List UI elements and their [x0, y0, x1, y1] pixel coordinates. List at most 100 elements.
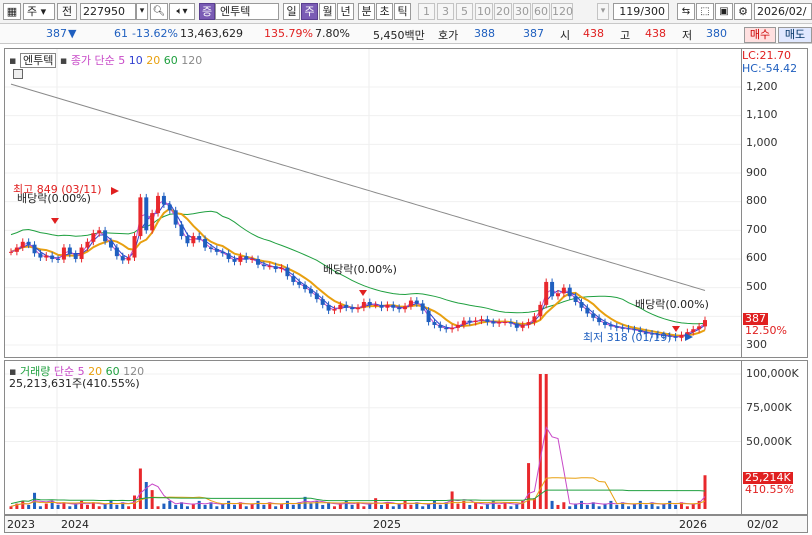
gear-icon[interactable]: ⚙: [734, 3, 752, 20]
candle-body: [361, 302, 366, 308]
candle-body: [238, 256, 243, 262]
legend-square-icon: ▪: [59, 54, 68, 67]
volume-bar: [9, 506, 13, 509]
candle-body: [485, 319, 490, 323]
ma20-label: 20: [146, 54, 161, 67]
candle-body: [614, 326, 619, 328]
candle-body: [197, 236, 202, 239]
volume-bar: [627, 506, 631, 509]
buy-button[interactable]: 매수: [744, 27, 776, 43]
ma5-label: 5: [118, 54, 126, 67]
candle-body: [261, 264, 266, 267]
volume-bar: [203, 504, 207, 509]
count-field[interactable]: 119/300: [613, 3, 669, 20]
code-dropdown-button[interactable]: ▾: [136, 3, 148, 20]
minute-60-button[interactable]: 60: [532, 3, 550, 20]
stock-name-label[interactable]: 엔투텍: [19, 53, 57, 68]
candle-body: [167, 204, 172, 211]
x-label-2026: 2026: [679, 518, 707, 531]
price-chart-panel[interactable]: 최고 849 (03/11) 배당락(0.00%) 배당락(0.00%) 배당락(0.…: [4, 48, 742, 358]
candle-body: [126, 257, 131, 261]
candle-body: [544, 281, 549, 305]
candle-body: [91, 233, 96, 242]
mode-select[interactable]: 전: [57, 3, 77, 20]
minute-10-button[interactable]: 10: [475, 3, 493, 20]
volume-bar: [597, 506, 601, 509]
period-second-button[interactable]: 초: [376, 3, 393, 20]
minute-20-button[interactable]: 20: [494, 3, 512, 20]
volume-bar: [668, 500, 672, 509]
vma5-line: [10, 425, 706, 507]
search-icon[interactable]: 🔍︎: [150, 3, 168, 20]
candle-body: [356, 307, 360, 310]
stock-name: 엔투텍: [215, 3, 279, 20]
sell-button[interactable]: 매도: [778, 27, 812, 43]
volume-bar: [509, 506, 513, 509]
candle-body: [461, 320, 466, 325]
scroll-marker-icon[interactable]: [13, 69, 23, 79]
candle-body: [385, 304, 390, 308]
volume-bar: [274, 506, 278, 509]
low-value: 380: [706, 27, 727, 40]
candle-body: [185, 236, 190, 244]
period-day-button[interactable]: 일: [283, 3, 300, 20]
minute-3-button[interactable]: 3: [437, 3, 454, 20]
minute-1-button[interactable]: 1: [418, 3, 435, 20]
price-chart-svg[interactable]: 최고 849 (03/11)배당락(0.00%)배당락(0.00%)배당락(0.…: [5, 49, 741, 357]
volume-bar: [544, 374, 548, 509]
candle-body: [403, 306, 408, 310]
period-year-button[interactable]: 년: [337, 3, 354, 20]
candle-body: [161, 195, 166, 205]
candle-body: [267, 266, 272, 268]
compare-icon[interactable]: ⬚: [696, 3, 714, 20]
candle-body: [697, 326, 702, 330]
chart-type-icon[interactable]: ▦: [3, 3, 21, 20]
v-tick-100000: 100,000K: [746, 367, 799, 380]
ma60-label: 60: [163, 54, 178, 67]
v-tick-50000: 50,000K: [746, 435, 792, 448]
quote-bar: 387 ▼ 61 -13.62% 13,463,629 135.79% 7.80…: [0, 24, 812, 44]
volume-speaker-icon[interactable]: 🔈︎▾: [169, 3, 195, 20]
candle-body: [526, 322, 531, 325]
lc-label: LC:21.70: [742, 49, 792, 62]
vma60-line: [10, 489, 706, 505]
candle-body: [438, 324, 443, 328]
candle-body: [173, 210, 178, 225]
settings-a-icon[interactable]: ⇆: [677, 3, 695, 20]
minute-30-button[interactable]: 30: [513, 3, 531, 20]
candle-body: [550, 281, 555, 297]
period-month-button[interactable]: 월: [319, 3, 336, 20]
dividend-arrow-icon: [672, 326, 680, 332]
candle-body: [703, 320, 707, 327]
y-tick-800: 800: [746, 194, 767, 207]
code-input[interactable]: 227950: [80, 3, 136, 20]
minute-5-button[interactable]: 5: [456, 3, 473, 20]
minute-dropdown-button[interactable]: ▾: [597, 3, 609, 20]
save-icon[interactable]: ▣: [715, 3, 733, 20]
volume-bar: [162, 503, 166, 509]
candle-body: [320, 299, 325, 305]
candle-body: [256, 259, 261, 265]
volume-bar: [685, 506, 689, 509]
volume-bar: [609, 500, 613, 509]
candle-body: [603, 322, 608, 325]
ma10-label: 10: [128, 54, 143, 67]
period-tick-button[interactable]: 틱: [394, 3, 411, 20]
candle-body: [144, 197, 149, 231]
open-label: 시: [560, 29, 571, 42]
date-field[interactable]: 2026/02/: [754, 3, 812, 20]
period-minute-button[interactable]: 분: [358, 3, 375, 20]
candle-body: [444, 327, 449, 330]
hoga2-value: 387: [523, 27, 544, 40]
candle-body: [479, 319, 484, 321]
candle-body: [79, 247, 84, 259]
y-tick-600: 600: [746, 251, 767, 264]
market-select[interactable]: 주 ▾: [23, 3, 55, 20]
minute-120-button[interactable]: 120: [551, 3, 573, 20]
y-tick-1000: 1,000: [746, 136, 778, 149]
dividend-arrow-icon: [359, 290, 367, 296]
candle-body: [567, 287, 572, 297]
period-week-button[interactable]: 주: [301, 3, 318, 20]
y-tick-1200: 1,200: [746, 80, 778, 93]
volume-chart-panel[interactable]: ▪ 거래량 단순 5 20 60 120 25,213,631주(410.55%…: [4, 360, 742, 515]
